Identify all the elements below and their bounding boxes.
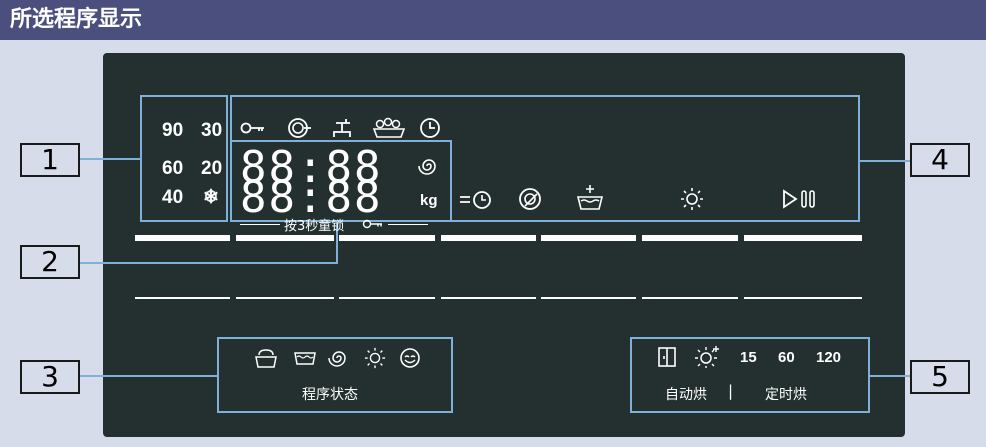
key-icon <box>240 122 264 134</box>
divider-3 <box>339 297 435 299</box>
callout-4: 4 <box>910 143 970 177</box>
divider-5 <box>541 297 636 299</box>
wash-basin-icon <box>576 185 604 210</box>
divider-4 <box>441 297 536 299</box>
callout-5: 5 <box>910 360 970 394</box>
leader-3 <box>80 375 219 377</box>
start-pause-icon <box>783 189 815 209</box>
leader-4 <box>858 160 910 162</box>
callout-1: 1 <box>20 143 80 177</box>
button-bar-5[interactable] <box>541 235 636 241</box>
button-bar-1[interactable] <box>135 235 230 241</box>
callout-2: 2 <box>20 245 80 279</box>
spin-icon <box>418 159 436 175</box>
divider-2 <box>236 297 334 299</box>
button-bar-4[interactable] <box>441 235 536 241</box>
button-bar-3[interactable] <box>339 235 435 241</box>
leader-5 <box>868 375 910 377</box>
auto-dry-label: 自动烘 <box>665 387 707 403</box>
rinse-icon <box>294 352 316 365</box>
program-status-label: 程序状态 <box>302 387 358 403</box>
clock-icon <box>420 118 440 138</box>
wash-icon <box>255 349 277 368</box>
button-bar-7[interactable] <box>744 235 862 241</box>
timer-dry-label: 定时烘 <box>765 387 807 403</box>
sun-plus-icon <box>695 346 719 368</box>
tap-icon <box>333 119 351 137</box>
temp-90: 90 <box>162 120 184 141</box>
dry-time-120: 120 <box>816 349 842 366</box>
temp-20: 20 <box>201 158 223 179</box>
dry-time-60: 60 <box>778 349 795 366</box>
button-bar-2[interactable] <box>236 235 334 241</box>
door-icon <box>658 347 676 367</box>
stain-icon <box>288 118 311 138</box>
temp-40: 40 <box>162 187 184 208</box>
prewash-icon <box>372 117 406 138</box>
divider-6 <box>642 297 738 299</box>
divider-1 <box>135 297 230 299</box>
digital-display-line2: 88:88 <box>240 172 383 223</box>
page-title: 所选程序显示 <box>0 0 986 40</box>
hint-line-right <box>388 224 428 225</box>
leader-1 <box>80 158 142 160</box>
dry-time-15: 15 <box>740 349 757 366</box>
dry-separator: | <box>728 382 734 400</box>
finish-icon <box>400 348 420 368</box>
temp-60: 60 <box>162 158 184 179</box>
status-spin-icon <box>328 351 346 367</box>
callout-3: 3 <box>20 360 80 394</box>
delay-end-icon <box>460 191 491 209</box>
dry-icon <box>364 347 386 369</box>
divider-7 <box>744 297 862 299</box>
key-icon-small <box>362 219 382 229</box>
child-lock-hint: 按3秒童锁 <box>284 219 345 234</box>
temp-30: 30 <box>201 120 223 141</box>
unit-kg: kg <box>420 192 438 209</box>
leader-2a <box>80 262 338 264</box>
dry-sun-icon <box>681 188 703 210</box>
button-bar-6[interactable] <box>642 235 738 241</box>
hint-line-left <box>240 224 280 225</box>
snowflake-icon: ❄ <box>203 187 219 208</box>
fabric-softener-icon <box>519 188 541 210</box>
